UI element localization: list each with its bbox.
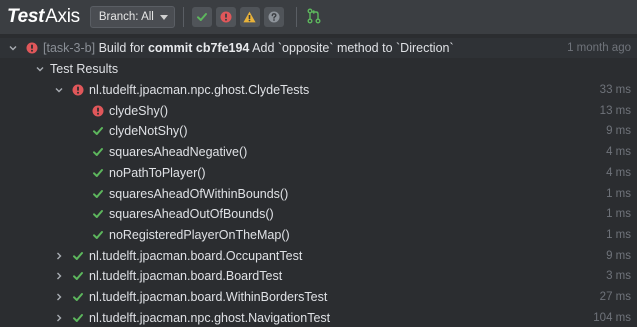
git-pull-request-icon	[307, 8, 321, 23]
chevron-right-icon[interactable]	[53, 270, 65, 282]
suite-duration: 3 ms	[606, 270, 631, 282]
suite-row[interactable]: nl.tudelft.jpacman.npc.ghost.ClydeTests 3…	[0, 80, 637, 100]
suite-name: nl.tudelft.jpacman.board.WithinBordersTe…	[89, 290, 328, 304]
chevron-right-icon[interactable]	[53, 291, 65, 303]
toolbar: Test Axis Branch: All	[0, 0, 637, 34]
suite-duration: 27 ms	[599, 291, 631, 303]
test-duration: 1 ms	[606, 208, 631, 220]
suite-name: nl.tudelft.jpacman.board.OccupantTest	[89, 249, 303, 263]
error-icon	[25, 41, 39, 55]
git-pull-request-button[interactable]	[307, 8, 321, 27]
test-row[interactable]: squaresAheadNegative() 4 ms	[0, 142, 637, 162]
error-icon	[71, 83, 85, 97]
toolbar-divider	[295, 7, 297, 27]
branch-select-label: Branch: All	[98, 11, 154, 23]
run-commit: commit cb7fe194	[147, 41, 250, 55]
check-icon	[91, 166, 105, 180]
run-text-after: Add `opposite` method to `Direction`	[252, 41, 454, 55]
test-name: noPathToPlayer()	[109, 166, 206, 180]
filter-passed-button[interactable]	[191, 7, 212, 27]
app-logo: Test Axis	[7, 6, 80, 28]
check-icon	[91, 228, 105, 242]
test-duration: 1 ms	[606, 229, 631, 241]
test-results-group[interactable]: Test Results	[0, 59, 637, 79]
run-text-before: Build for	[98, 41, 145, 55]
suite-row[interactable]: nl.tudelft.jpacman.board.OccupantTest 9 m…	[0, 246, 637, 266]
test-name: clydeShy()	[109, 104, 169, 118]
test-row[interactable]: clydeNotShy() 9 ms	[0, 121, 637, 141]
check-icon	[91, 145, 105, 159]
test-name: squaresAheadOfWithinBounds()	[109, 187, 289, 201]
test-duration: 4 ms	[606, 146, 631, 158]
suite-row[interactable]: nl.tudelft.jpacman.board.WithinBordersTe…	[0, 287, 637, 307]
chevron-right-icon[interactable]	[53, 250, 65, 262]
test-name: squaresAheadNegative()	[109, 145, 248, 159]
test-tree: [task-3-b] Build for commit cb7fe194 Add…	[0, 34, 637, 327]
test-duration: 4 ms	[606, 167, 631, 179]
chevron-down-icon[interactable]	[7, 42, 19, 54]
suite-duration: 9 ms	[606, 250, 631, 262]
test-duration: 9 ms	[606, 125, 631, 137]
test-row[interactable]: noRegisteredPlayerOnTheMap() 1 ms	[0, 225, 637, 245]
toolbar-divider	[182, 7, 184, 27]
logo-rest-text: Axis	[45, 6, 80, 27]
group-label: Test Results	[50, 62, 119, 76]
chevron-down-icon	[159, 14, 168, 20]
test-row[interactable]: noPathToPlayer() 4 ms	[0, 163, 637, 183]
filter-failed-button[interactable]	[215, 7, 236, 27]
check-icon	[91, 124, 105, 138]
suite-duration: 33 ms	[599, 84, 631, 96]
check-icon	[71, 311, 85, 325]
branch-select[interactable]: Branch: All	[89, 6, 175, 28]
test-name: squaresAheadOutOfBounds()	[109, 207, 274, 221]
test-row[interactable]: clydeShy() 13 ms	[0, 101, 637, 121]
suite-name: nl.tudelft.jpacman.board.BoardTest	[89, 269, 283, 283]
check-icon	[71, 269, 85, 283]
chevron-right-icon[interactable]	[53, 312, 65, 324]
check-icon	[71, 290, 85, 304]
chevron-down-icon[interactable]	[34, 63, 46, 75]
suite-duration: 104 ms	[593, 312, 631, 324]
check-icon	[196, 13, 207, 21]
help-icon	[268, 11, 280, 23]
filter-help-button[interactable]	[263, 7, 284, 27]
test-duration: 13 ms	[599, 105, 631, 117]
suite-row[interactable]: nl.tudelft.jpacman.npc.ghost.NavigationT…	[0, 308, 637, 327]
check-icon	[91, 207, 105, 221]
run-age: 1 month ago	[567, 42, 631, 54]
suite-name: nl.tudelft.jpacman.npc.ghost.NavigationT…	[89, 311, 331, 325]
chevron-down-icon[interactable]	[53, 84, 65, 96]
error-icon	[220, 11, 232, 23]
test-name: clydeNotShy()	[109, 124, 188, 138]
run-prefix: [task-3-b]	[43, 41, 96, 55]
filter-warning-button[interactable]	[239, 7, 260, 27]
test-duration: 1 ms	[606, 188, 631, 200]
suite-name: nl.tudelft.jpacman.npc.ghost.ClydeTests	[89, 83, 310, 97]
check-icon	[91, 187, 105, 201]
run-title: [task-3-b] Build for commit cb7fe194 Add…	[43, 41, 454, 55]
test-row[interactable]: squaresAheadOfWithinBounds() 1 ms	[0, 184, 637, 204]
error-icon	[91, 104, 105, 118]
run-row[interactable]: [task-3-b] Build for commit cb7fe194 Add…	[0, 38, 637, 58]
logo-bold-text: Test	[7, 6, 45, 27]
check-icon	[71, 249, 85, 263]
suite-row[interactable]: nl.tudelft.jpacman.board.BoardTest 3 ms	[0, 266, 637, 286]
test-name: noRegisteredPlayerOnTheMap()	[109, 228, 290, 242]
warning-icon	[243, 11, 256, 23]
test-row[interactable]: squaresAheadOutOfBounds() 1 ms	[0, 204, 637, 224]
